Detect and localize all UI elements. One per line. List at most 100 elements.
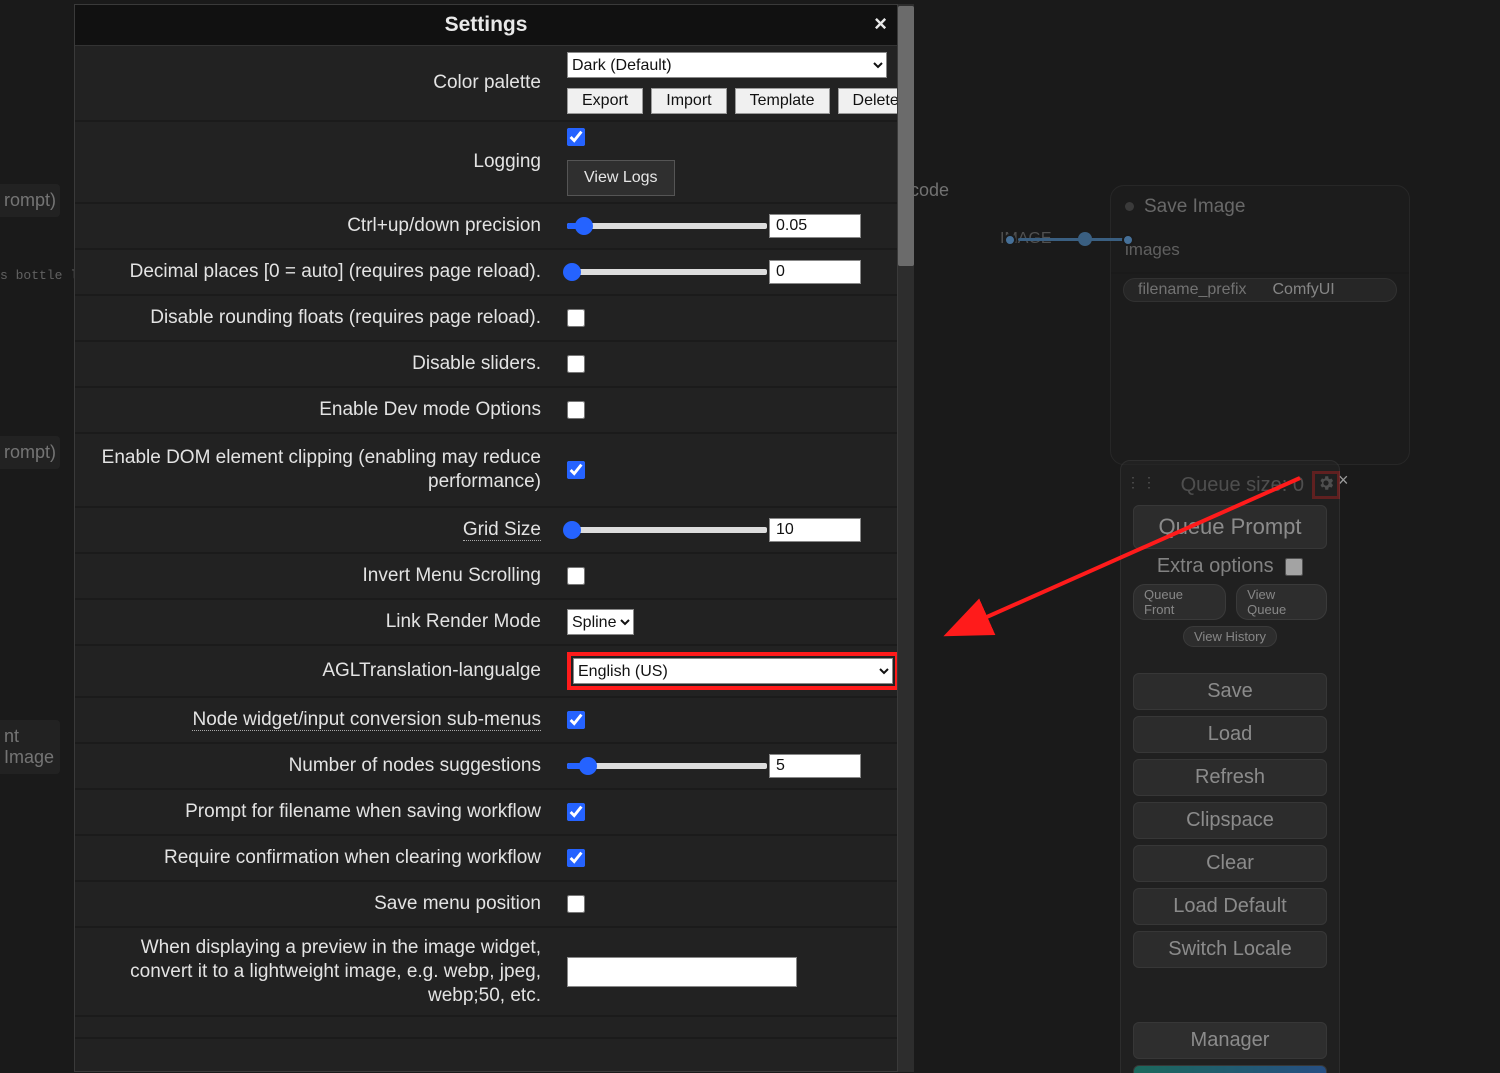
view-queue-button[interactable]: View Queue [1236, 584, 1327, 620]
label-link-mode: Link Render Mode [75, 602, 555, 642]
row-logging: Logging View Logs [75, 122, 897, 204]
bg-text-prompt-2: rompt) [0, 436, 60, 469]
row-invert-scroll: Invert Menu Scrolling [75, 554, 897, 600]
refresh-button[interactable]: Refresh [1133, 759, 1327, 796]
label-node-submenus: Node widget/input conversion sub-menus [192, 709, 541, 731]
label-invert-scroll: Invert Menu Scrolling [75, 556, 555, 596]
row-decimals: Decimal places [0 = auto] (requires page… [75, 250, 897, 296]
label-disable-sliders: Disable sliders. [75, 344, 555, 384]
node-port-out [1004, 234, 1016, 246]
grid-slider[interactable] [567, 518, 861, 542]
filename-prefix-label: filename_prefix [1138, 281, 1247, 299]
precision-slider[interactable] [567, 214, 861, 238]
dialog-title-bar: Settings × [75, 5, 897, 46]
row-preview: When displaying a preview in the image w… [75, 928, 897, 1017]
label-agl-lang: AGLTranslation-langualge [75, 651, 555, 691]
delete-button[interactable]: Delete [838, 88, 897, 114]
label-decimals: Decimal places [0 = auto] (requires page… [75, 252, 555, 292]
row-precision: Ctrl+up/down precision [75, 204, 897, 250]
dialog-title: Settings [445, 13, 528, 36]
agl-lang-highlight: English (US) [567, 652, 897, 690]
row-more-below [75, 1017, 897, 1039]
save-menu-pos-checkbox[interactable] [567, 895, 585, 913]
require-confirm-checkbox[interactable] [567, 849, 585, 867]
dom-clip-checkbox[interactable] [567, 461, 585, 479]
side-panel: Queue Prompt Extra options Queue Front V… [1120, 460, 1340, 1073]
label-dom-clip: Enable DOM element clipping (enabling ma… [75, 438, 555, 502]
extra-options-checkbox[interactable] [1285, 558, 1303, 576]
grid-input[interactable] [769, 518, 861, 542]
row-dev-mode: Enable Dev mode Options [75, 388, 897, 434]
invert-scroll-checkbox[interactable] [567, 567, 585, 585]
row-dom-clip: Enable DOM element clipping (enabling ma… [75, 434, 897, 508]
disable-rounding-checkbox[interactable] [567, 309, 585, 327]
close-icon[interactable]: × [874, 11, 887, 37]
decimals-slider[interactable] [567, 260, 861, 284]
extra-options-label: Extra options [1157, 555, 1274, 577]
color-palette-select[interactable]: Dark (Default) [567, 52, 887, 78]
import-button[interactable]: Import [651, 88, 726, 114]
row-disable-rounding: Disable rounding floats (requires page r… [75, 296, 897, 342]
extra-options-row: Extra options [1133, 555, 1327, 578]
node-link [1018, 238, 1124, 241]
queue-front-button[interactable]: Queue Front [1133, 584, 1226, 620]
view-logs-button[interactable]: View Logs [567, 160, 675, 196]
disable-sliders-checkbox[interactable] [567, 355, 585, 373]
dialog-scrollbar[interactable] [898, 4, 914, 1072]
load-button[interactable]: Load [1133, 716, 1327, 753]
label-require-confirm: Require confirmation when clearing workf… [75, 838, 555, 878]
save-image-node: Save Image images filename_prefix ComfyU… [1110, 185, 1410, 465]
bg-text-prompt-1: rompt) [0, 184, 60, 217]
bg-text-sub: s bottle la [0, 268, 86, 283]
row-prompt-filename: Prompt for filename when saving workflow [75, 790, 897, 836]
template-button[interactable]: Template [735, 88, 830, 114]
label-prompt-filename: Prompt for filename when saving workflow [75, 792, 555, 832]
label-node-sugg: Number of nodes suggestions [75, 746, 555, 786]
load-default-button[interactable]: Load Default [1133, 888, 1327, 925]
precision-input[interactable] [769, 214, 861, 238]
row-agl-lang: AGLTranslation-langualge English (US) [75, 646, 897, 698]
logging-checkbox[interactable] [567, 128, 585, 146]
label-dev-mode: Enable Dev mode Options [75, 390, 555, 430]
scrollbar-thumb[interactable] [898, 6, 914, 266]
bg-text-nt-image: nt Image [0, 720, 60, 774]
share-button[interactable]: Share [1133, 1065, 1327, 1073]
row-node-submenus: Node widget/input conversion sub-menus [75, 698, 897, 744]
node-port-in [1122, 234, 1134, 246]
filename-prefix-value: ComfyUI [1273, 281, 1335, 299]
switch-locale-button[interactable]: Switch Locale [1133, 931, 1327, 968]
node-submenus-checkbox[interactable] [567, 711, 585, 729]
settings-dialog: Settings × Color palette Dark (Default) … [74, 4, 898, 1072]
dev-mode-checkbox[interactable] [567, 401, 585, 419]
row-disable-sliders: Disable sliders. [75, 342, 897, 388]
row-node-sugg: Number of nodes suggestions [75, 744, 897, 790]
decimals-input[interactable] [769, 260, 861, 284]
label-color-palette: Color palette [75, 63, 555, 103]
node-sugg-slider[interactable] [567, 754, 861, 778]
row-grid: Grid Size [75, 508, 897, 554]
node-link-mid [1078, 232, 1092, 246]
prompt-filename-checkbox[interactable] [567, 803, 585, 821]
view-history-button[interactable]: View History [1183, 626, 1277, 647]
node-sugg-input[interactable] [769, 754, 861, 778]
row-save-menu-pos: Save menu position [75, 882, 897, 928]
bg-text-decode: code [910, 180, 949, 201]
label-preview: When displaying a preview in the image w… [75, 928, 555, 1015]
clear-button[interactable]: Clear [1133, 845, 1327, 882]
label-save-menu-pos: Save menu position [75, 884, 555, 924]
dialog-body: Color palette Dark (Default) Export Impo… [75, 46, 897, 1071]
label-logging: Logging [75, 142, 555, 182]
export-button[interactable]: Export [567, 88, 643, 114]
row-link-mode: Link Render Mode Spline [75, 600, 897, 646]
manager-button[interactable]: Manager [1133, 1022, 1327, 1059]
label-grid: Grid Size [463, 519, 541, 541]
link-mode-select[interactable]: Spline [567, 609, 634, 635]
preview-input[interactable] [567, 957, 797, 987]
row-require-confirm: Require confirmation when clearing workf… [75, 836, 897, 882]
clipspace-button[interactable]: Clipspace [1133, 802, 1327, 839]
agl-lang-select[interactable]: English (US) [573, 658, 893, 684]
bg-text-image-label: IMAGE [1000, 230, 1052, 248]
queue-prompt-button[interactable]: Queue Prompt [1133, 505, 1327, 549]
save-button[interactable]: Save [1133, 673, 1327, 710]
row-color-palette: Color palette Dark (Default) Export Impo… [75, 46, 897, 122]
